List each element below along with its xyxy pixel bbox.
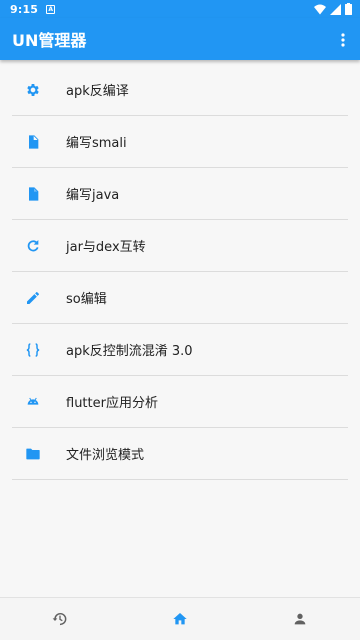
status-icons: [314, 3, 352, 15]
menu-item-label: so编辑: [66, 292, 107, 307]
menu-list: apk反编译 编写smali 编写java jar与dex互转 so编辑 apk…: [12, 64, 348, 480]
menu-item-flutter-analysis[interactable]: flutter应用分析: [12, 376, 348, 428]
person-icon: [294, 613, 306, 625]
menu-item-jar-dex-convert[interactable]: jar与dex互转: [12, 220, 348, 272]
nav-home[interactable]: [120, 598, 240, 640]
pencil-icon: [12, 290, 54, 306]
menu-item-label: 编写java: [66, 188, 120, 203]
notification-icon: A: [46, 4, 56, 14]
overflow-menu-button[interactable]: [334, 30, 352, 50]
file-icon: [12, 186, 54, 202]
more-vert-icon: [341, 33, 345, 47]
menu-item-label: 编写smali: [66, 136, 127, 151]
refresh-icon: [12, 238, 54, 254]
history-icon: [52, 612, 67, 626]
status-bar: 9:15 A: [0, 0, 360, 18]
menu-item-label: flutter应用分析: [66, 396, 158, 411]
menu-item-label: apk反编译: [66, 84, 129, 99]
menu-item-label: 文件浏览模式: [66, 448, 145, 463]
nav-profile[interactable]: [240, 598, 360, 640]
battery-icon: [345, 3, 352, 15]
gear-icon: [12, 82, 54, 98]
menu-item-label: jar与dex互转: [66, 240, 146, 255]
folder-icon: [12, 446, 54, 462]
menu-item-apk-decompile[interactable]: apk反编译: [12, 64, 348, 116]
signal-icon: [330, 3, 341, 15]
bottom-navigation: [0, 597, 360, 640]
braces-icon: [12, 342, 54, 358]
app-title: UN管理器: [12, 31, 87, 50]
menu-item-deobfuscate[interactable]: apk反控制流混淆 3.0: [12, 324, 348, 376]
menu-item-write-smali[interactable]: 编写smali: [12, 116, 348, 168]
menu-item-file-browse[interactable]: 文件浏览模式: [12, 428, 348, 480]
menu-item-write-java[interactable]: 编写java: [12, 168, 348, 220]
file-icon: [12, 134, 54, 150]
home-icon: [173, 613, 187, 625]
app-bar: UN管理器: [0, 18, 360, 60]
menu-item-label: apk反控制流混淆 3.0: [66, 344, 193, 359]
wifi-icon: [314, 4, 326, 14]
android-icon: [12, 394, 54, 410]
status-time: 9:15: [10, 2, 39, 16]
nav-history[interactable]: [0, 598, 120, 640]
menu-item-so-edit[interactable]: so编辑: [12, 272, 348, 324]
